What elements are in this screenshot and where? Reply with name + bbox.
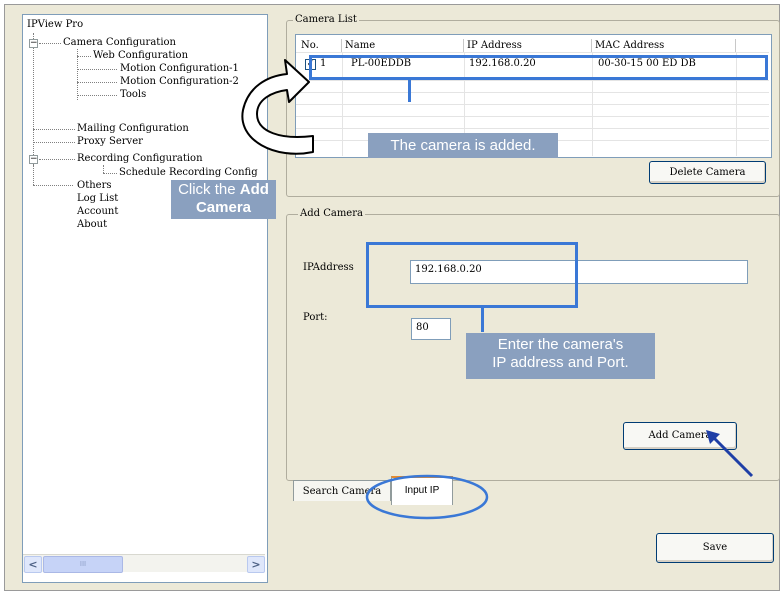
column-header-no[interactable]: No.	[298, 39, 342, 52]
scroll-grip-icon: III	[79, 560, 87, 568]
scroll-left-icon[interactable]: <	[24, 556, 42, 573]
callout-click-add: Click the Add Camera button.	[171, 180, 276, 234]
tree-connector	[77, 56, 91, 57]
ip-address-label: IPAddress	[303, 262, 354, 273]
row-divider	[296, 128, 769, 129]
tree-item-mailing-configuration[interactable]: Mailing Configuration	[77, 123, 189, 135]
column-header-name[interactable]: Name	[342, 39, 464, 52]
port-label: Port:	[303, 312, 328, 323]
tree-root[interactable]: IPView Pro	[27, 19, 83, 31]
callout-bold-camera: Camera	[195, 199, 252, 216]
tree-item-web-configuration[interactable]: Web Configuration	[93, 50, 188, 62]
delete-camera-button[interactable]: Delete Camera	[649, 161, 766, 184]
callout-text: button.	[200, 217, 247, 234]
tree-connector	[77, 69, 117, 70]
column-header-mac[interactable]: MAC Address	[592, 39, 736, 52]
callout-text: Click the	[178, 181, 240, 198]
curved-arrow-icon	[241, 59, 314, 155]
highlight-connector	[408, 80, 411, 102]
callout-bold-add: Add	[239, 181, 269, 198]
tree-item-proxy-server[interactable]: Proxy Server	[77, 136, 143, 148]
ip-highlight-box	[366, 242, 578, 308]
tree-connector	[103, 165, 104, 173]
tree-connector	[39, 159, 75, 160]
tree-item-motion-configuration-2[interactable]: Motion Configuration-2	[120, 76, 239, 88]
scroll-right-icon[interactable]: >	[247, 556, 265, 573]
tree-connector	[33, 33, 34, 165]
collapse-icon[interactable]: −	[29, 39, 38, 48]
add-camera-legend: Add Camera	[298, 208, 365, 219]
tree-item-camera-configuration[interactable]: Camera Configuration	[63, 37, 176, 49]
tree-connector	[33, 185, 73, 186]
port-input[interactable]: 80	[411, 318, 451, 340]
tree-connector	[33, 129, 75, 130]
row-divider	[296, 52, 769, 53]
callout-enter-ip: Enter the camera's IP address and Port.	[466, 333, 655, 379]
scroll-thumb[interactable]: III	[43, 556, 123, 573]
collapse-icon[interactable]: −	[29, 155, 38, 164]
save-button[interactable]: Save	[656, 533, 774, 563]
tree-item-recording-configuration[interactable]: Recording Configuration	[77, 153, 203, 165]
tree-item-log-list[interactable]: Log List	[77, 193, 118, 205]
tree-item-about[interactable]: About	[77, 219, 107, 231]
row-highlight-box	[309, 55, 768, 80]
tree-item-motion-configuration-1[interactable]: Motion Configuration-1	[120, 63, 239, 75]
horizontal-scrollbar[interactable]: < III >	[23, 554, 265, 573]
tree-connector	[77, 82, 117, 83]
tree-connector	[33, 142, 75, 143]
tree-item-account[interactable]: Account	[77, 206, 118, 218]
tree-connector	[33, 165, 34, 185]
tree-item-others[interactable]: Others	[77, 180, 112, 192]
column-header-empty	[736, 39, 769, 52]
navigation-tree[interactable]: IPView Pro − Camera Configuration Web Co…	[22, 14, 268, 583]
tree-connector	[77, 95, 117, 96]
row-divider	[296, 92, 769, 93]
column-header-ip[interactable]: IP Address	[464, 39, 592, 52]
highlight-connector	[481, 308, 484, 332]
row-divider	[296, 116, 769, 117]
tree-item-tools[interactable]: Tools	[120, 89, 146, 101]
row-divider	[296, 104, 769, 105]
tree-item-schedule-recording-config[interactable]: Schedule Recording Config	[119, 167, 258, 179]
callout-line1: Enter the camera's	[497, 336, 624, 353]
camera-list-legend: Camera List	[293, 14, 359, 25]
callout-line2: IP address and Port.	[492, 354, 629, 371]
tree-connector	[39, 43, 61, 44]
pointer-arrow-icon	[706, 430, 754, 478]
callout-camera-added: The camera is added.	[368, 133, 558, 158]
row-divider	[296, 80, 769, 81]
tree-connector	[103, 173, 117, 174]
input-ip-highlight-ellipse	[365, 474, 489, 520]
